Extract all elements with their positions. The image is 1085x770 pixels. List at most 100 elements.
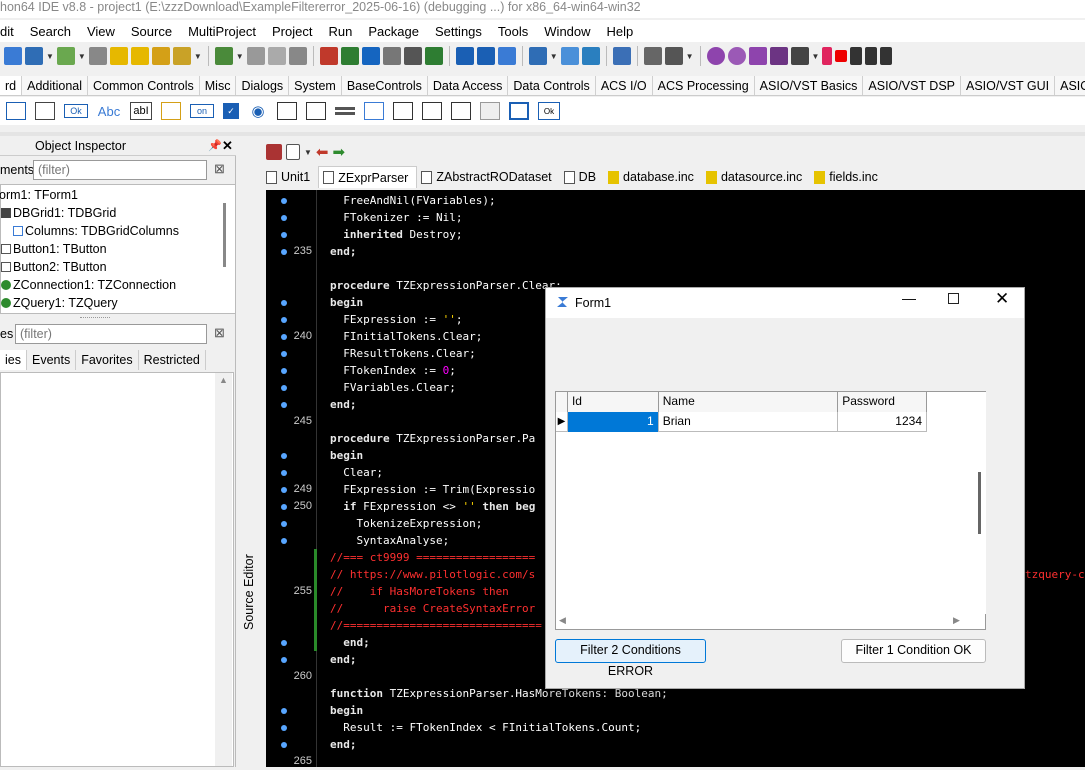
document-icon[interactable] [286, 144, 300, 160]
menu-view[interactable]: View [87, 24, 115, 39]
tab-properties[interactable]: ies [0, 350, 27, 370]
view-icon[interactable] [88, 47, 107, 65]
executable-line-marker[interactable] [281, 538, 287, 544]
tools-icon[interactable] [643, 47, 662, 65]
tab-standard[interactable]: rd [0, 76, 23, 95]
tab-db[interactable]: DB [559, 166, 605, 188]
tab-database-inc[interactable]: database.inc [604, 166, 702, 188]
forward-arrow-icon[interactable]: ➡ [333, 143, 346, 161]
network-icon[interactable] [581, 47, 600, 65]
executable-line-marker[interactable] [281, 453, 287, 459]
save-icon[interactable] [246, 47, 265, 65]
code-explorer-icon[interactable] [497, 47, 516, 65]
tlabel-icon[interactable]: Abc [97, 102, 121, 120]
splitter[interactable] [80, 317, 110, 320]
splitter[interactable] [0, 132, 1085, 136]
chevron-down-icon[interactable]: ▼ [194, 52, 202, 61]
executable-line-marker[interactable] [281, 521, 287, 527]
table-row[interactable]: ▶ 1 Brian 1234 [556, 412, 927, 432]
tab-unit1[interactable]: Unit1 [262, 166, 319, 188]
project-new-icon[interactable] [340, 47, 359, 65]
units-icon[interactable] [528, 47, 547, 65]
menu-multiproject[interactable]: MultiProject [188, 24, 256, 39]
monitor-icon[interactable] [664, 47, 683, 65]
executable-line-marker[interactable] [281, 385, 287, 391]
binoculars-icon[interactable] [455, 47, 474, 65]
menu-search[interactable]: Search [30, 24, 71, 39]
executable-line-marker[interactable] [281, 215, 287, 221]
close-icon[interactable]: ✕ [995, 289, 1009, 309]
quick-compile-icon[interactable] [748, 47, 767, 65]
tcheckbox-icon[interactable]: ✓ [223, 103, 239, 119]
chevron-down-icon[interactable]: ▼ [304, 148, 312, 157]
project-files-icon[interactable] [424, 47, 443, 65]
close-icon[interactable]: ✕ [222, 138, 233, 154]
globe-icon[interactable] [25, 47, 43, 65]
executable-line-marker[interactable] [281, 742, 287, 748]
tab-events[interactable]: Events [26, 350, 77, 370]
tree-scrollbar[interactable] [223, 203, 226, 267]
menu-package[interactable]: Package [368, 24, 419, 39]
project-options-icon[interactable] [382, 47, 401, 65]
maximize-icon[interactable] [948, 293, 959, 304]
tradiogroup-icon[interactable] [393, 102, 413, 120]
column-header-name[interactable]: Name [658, 392, 839, 412]
package-settings-icon[interactable] [151, 47, 170, 65]
scroll-up-icon[interactable]: ▲ [219, 375, 228, 385]
package-icon[interactable] [109, 47, 128, 65]
chevron-down-icon[interactable]: ▼ [550, 52, 558, 61]
tradiobutton-icon[interactable]: ◉ [248, 102, 268, 120]
tab-acs-processing[interactable]: ACS Processing [653, 76, 755, 95]
filter-2-conditions-button[interactable]: Filter 2 Conditions ERROR [555, 639, 706, 678]
tab-restricted[interactable]: Restricted [138, 350, 206, 370]
tdialog-icon[interactable]: Ok [538, 102, 560, 120]
tab-asio-vst-basics[interactable]: ASIO/VST Basics [755, 76, 864, 95]
filter-clear-icon[interactable]: ⊠ [214, 325, 225, 341]
search-icon[interactable] [4, 47, 22, 65]
tab-favorites[interactable]: Favorites [76, 350, 139, 370]
tab-datasource-inc[interactable]: datasource.inc [701, 166, 811, 188]
jump-list-icon[interactable] [266, 144, 282, 160]
form1-titlebar[interactable]: Form1 — ✕ [546, 288, 1024, 318]
tree-node-button1[interactable]: Button1: TButton [1, 242, 107, 256]
executable-line-marker[interactable] [281, 300, 287, 306]
find-in-files-icon[interactable] [476, 47, 495, 65]
menu-window[interactable]: Window [544, 24, 590, 39]
tab-common-controls[interactable]: Common Controls [88, 76, 200, 95]
tab-fields-inc[interactable]: fields.inc [810, 166, 886, 188]
components-filter-input[interactable]: (filter) [33, 160, 207, 180]
executable-line-marker[interactable] [281, 640, 287, 646]
tedit-icon[interactable]: abI [130, 102, 152, 120]
run-icon[interactable] [769, 47, 788, 65]
build-icon[interactable] [727, 47, 746, 65]
package-search-icon[interactable] [130, 47, 149, 65]
tbutton-icon[interactable]: Ok [64, 104, 88, 118]
minimize-icon[interactable]: — [902, 290, 916, 306]
tframe-icon[interactable] [480, 102, 500, 120]
executable-line-marker[interactable] [281, 198, 287, 204]
tab-data-access[interactable]: Data Access [428, 76, 509, 95]
tscrollbar-icon[interactable] [335, 107, 355, 115]
project-add-icon[interactable] [361, 47, 380, 65]
tree-node-form1[interactable]: orm1: TForm1 [0, 188, 78, 202]
scrollbar-thumb[interactable] [978, 472, 981, 534]
tree-node-button2[interactable]: Button2: TButton [1, 260, 107, 274]
tab-data-controls[interactable]: Data Controls [508, 76, 596, 95]
column-header-password[interactable]: Password [838, 392, 928, 412]
filter-clear-icon[interactable]: ⊠ [214, 161, 225, 177]
tree-node-dbgrid1[interactable]: DBGrid1: TDBGrid [1, 206, 116, 220]
scroll-left-icon[interactable]: ◀ [559, 615, 566, 626]
ttogglebox-icon[interactable]: on [190, 104, 214, 118]
wave-icon[interactable] [612, 47, 631, 65]
tab-misc[interactable]: Misc [200, 76, 237, 95]
tree-node-zconnection1[interactable]: ZConnection1: TZConnection [1, 278, 176, 292]
tab-basecontrols[interactable]: BaseControls [342, 76, 428, 95]
tab-dialogs[interactable]: Dialogs [236, 76, 290, 95]
step-over-icon[interactable] [865, 47, 878, 65]
tab-asio-vst-dsp[interactable]: ASIO/VST DSP [863, 76, 961, 95]
tab-acs-io[interactable]: ACS I/O [596, 76, 653, 95]
stop-icon[interactable] [835, 50, 848, 62]
executable-line-marker[interactable] [281, 351, 287, 357]
tree-node-columns[interactable]: Columns: TDBGridColumns [13, 224, 179, 238]
tab-zabstractrodataset[interactable]: ZAbstractRODataset [417, 166, 560, 188]
